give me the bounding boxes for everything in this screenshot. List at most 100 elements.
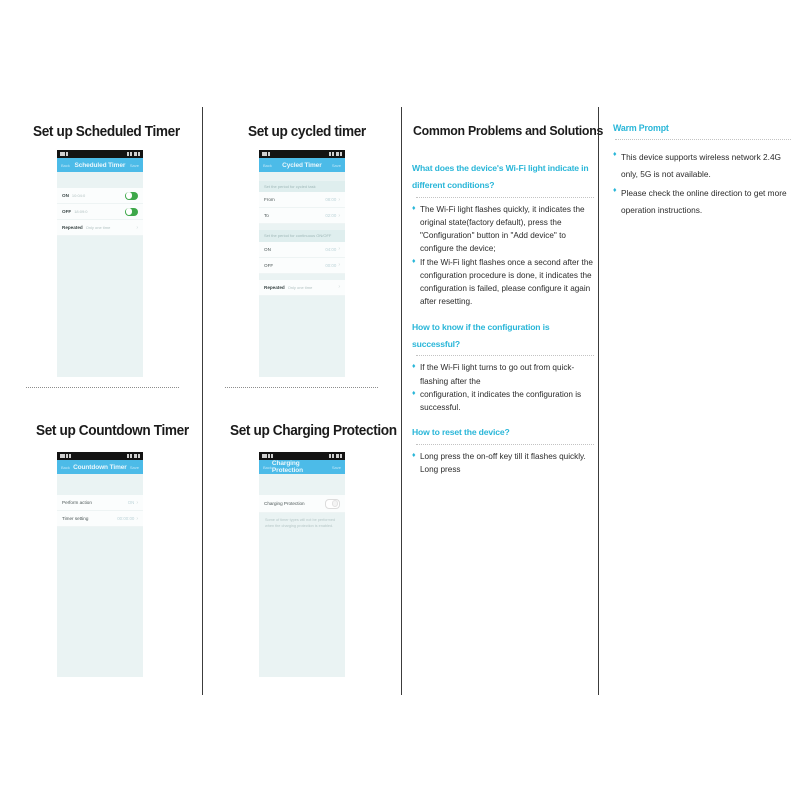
chevron-right-icon: ›: [338, 284, 340, 291]
status-bar: [259, 452, 345, 460]
row-off-label: OFF: [264, 262, 274, 268]
chevron-right-icon: ›: [136, 515, 138, 522]
row-repeated[interactable]: Repeated Only one time ›: [259, 279, 345, 296]
row-off[interactable]: OFF 18:09:0: [57, 204, 143, 220]
row-charging-protection-label: Charging Protection: [264, 501, 305, 506]
save-button[interactable]: Save: [130, 163, 139, 168]
signal-icon: [332, 454, 334, 458]
problem-block-1: What does the device's Wi-Fi light indic…: [412, 160, 594, 309]
screen-title: Charging Protection: [271, 460, 304, 474]
spacer-bottom: [57, 236, 143, 244]
problem-question-1: What does the device's Wi-Fi light indic…: [412, 163, 589, 190]
row-from-label: From: [264, 197, 275, 203]
save-button[interactable]: Save: [130, 465, 139, 470]
column-divider-1: [202, 107, 203, 695]
row-off-value: 00:00: [325, 262, 337, 268]
bullet-icon: ♦: [412, 389, 416, 397]
bullet-icon: ♦: [412, 363, 416, 371]
toggle-off-switch[interactable]: [125, 207, 138, 216]
problem-block-3: How to reset the device? ♦ Long press th…: [412, 424, 594, 476]
list-item: ♦ The Wi-Fi light flashes quickly, it in…: [412, 204, 585, 254]
back-button[interactable]: Back: [263, 465, 272, 470]
divider: [615, 139, 791, 141]
app-title-bar: Back Countdown Timer Save: [57, 460, 143, 474]
chevron-right-icon: ›: [338, 196, 340, 203]
charging-protection-toggle[interactable]: [325, 498, 340, 509]
phone-mockup-scheduled: Back Scheduled Timer Save ON 10:04:0 OFF 1…: [57, 150, 143, 377]
row-on[interactable]: ON 04:00 ›: [259, 241, 345, 258]
problem-answers-1: ♦ The Wi-Fi light flashes quickly, it in…: [412, 203, 594, 309]
bullet-icon: ♦: [412, 204, 416, 212]
back-button[interactable]: Back: [263, 163, 272, 168]
row-off[interactable]: OFF 00:00 ›: [259, 257, 345, 274]
section-title-cycled: Set up cycled timer: [248, 124, 366, 140]
row-on-label: ON: [62, 193, 69, 198]
problem-block-2: How to know if the configuration is succ…: [412, 319, 594, 415]
section-title-charging: Set up Charging Protection: [230, 423, 397, 439]
row-charging-protection[interactable]: Charging Protection: [259, 495, 345, 513]
status-bar: [57, 150, 143, 158]
bullet-icon: ♦: [613, 151, 617, 159]
app-title-bar: Back Scheduled Timer Save: [57, 158, 143, 172]
charging-protection-note: Some of timer types will not be performe…: [259, 513, 345, 534]
column-divider-3: [598, 107, 599, 695]
problem-answers-2: ♦ If the Wi-Fi light turns to go out fro…: [412, 361, 594, 414]
wifi-icon: [328, 454, 331, 458]
divider: [416, 355, 594, 357]
screen-title: Scheduled Timer: [74, 161, 126, 169]
wifi-icon: [126, 454, 129, 458]
wifi-icon: [328, 152, 331, 156]
screen-title: Countdown Timer: [73, 463, 127, 471]
row-to-label: To: [264, 213, 269, 219]
row-timer-setting[interactable]: Timer setting 00:00:00 ›: [57, 511, 143, 527]
row-on-value: 04:00: [325, 246, 337, 252]
save-button[interactable]: Save: [332, 163, 341, 168]
row-timer-setting-label: Timer setting: [62, 516, 89, 521]
row-repeated[interactable]: Repeated Only one time ›: [57, 220, 143, 236]
problems-column: What does the device's Wi-Fi light indic…: [412, 160, 594, 477]
bullet-icon: ♦: [412, 452, 416, 460]
signal-icon: [130, 152, 132, 156]
row-on-value: 10:04:0: [71, 193, 86, 198]
app-title-bar: Back Cycled Timer Save: [259, 158, 345, 172]
list-item: ♦ configuration, it indicates the config…: [412, 389, 582, 413]
screen-title: Cycled Timer: [282, 161, 322, 169]
battery-icon: [133, 454, 137, 458]
save-button[interactable]: Save: [332, 465, 341, 470]
bullet-icon: ♦: [613, 187, 617, 195]
battery-icon: [133, 152, 137, 156]
manual-page: Set up Scheduled Timer Back Scheduled Ti…: [0, 0, 800, 800]
phone-mockup-countdown: Back Countdown Timer Save Perform action…: [57, 452, 143, 677]
spacer: [259, 172, 345, 181]
row-off-value: 18:09:0: [74, 209, 88, 214]
row-from[interactable]: From 08:00 ›: [259, 192, 345, 209]
row-perform-action-label: Perform action: [62, 500, 92, 505]
row-perform-action[interactable]: Perform action ON ›: [57, 495, 143, 511]
back-button[interactable]: Back: [61, 163, 70, 168]
warm-prompt-column: Warm Prompt ♦ This device supports wirel…: [613, 122, 791, 221]
row-to[interactable]: To 02:00 ›: [259, 208, 345, 225]
back-button[interactable]: Back: [61, 465, 70, 470]
toggle-on-switch[interactable]: [125, 191, 138, 200]
status-bar-time: [60, 152, 68, 156]
list-item: ♦ If the Wi-Fi light turns to go out fro…: [412, 363, 575, 386]
group-label-onoff: Set the period for continuous ON/OFF: [259, 230, 345, 242]
row-repeated-value: Only one time: [287, 284, 313, 290]
chevron-right-icon: ›: [338, 262, 340, 269]
row-on[interactable]: ON 10:04:0: [57, 188, 143, 204]
divider: [416, 444, 594, 446]
row-perform-action-value: ON: [127, 500, 135, 505]
chevron-right-icon: ›: [338, 246, 340, 253]
problem-question-2: How to know if the configuration is succ…: [412, 321, 550, 349]
status-bar: [259, 150, 345, 158]
list-item: ♦ If the Wi-Fi light flashes once a seco…: [412, 257, 593, 307]
problem-answers-3: ♦ Long press the on-off key till it flas…: [412, 450, 594, 477]
chevron-right-icon: ›: [136, 224, 138, 231]
warm-prompt-list: ♦ This device supports wireless network …: [613, 149, 791, 219]
signal-icon: [332, 152, 334, 156]
status-bar: [57, 452, 143, 460]
list-item: ♦ Please check the online direction to g…: [613, 187, 787, 216]
status-bar-time: [60, 454, 71, 458]
problems-heading: Common Problems and Solutions: [413, 123, 604, 138]
section-title-scheduled: Set up Scheduled Timer: [33, 124, 180, 140]
